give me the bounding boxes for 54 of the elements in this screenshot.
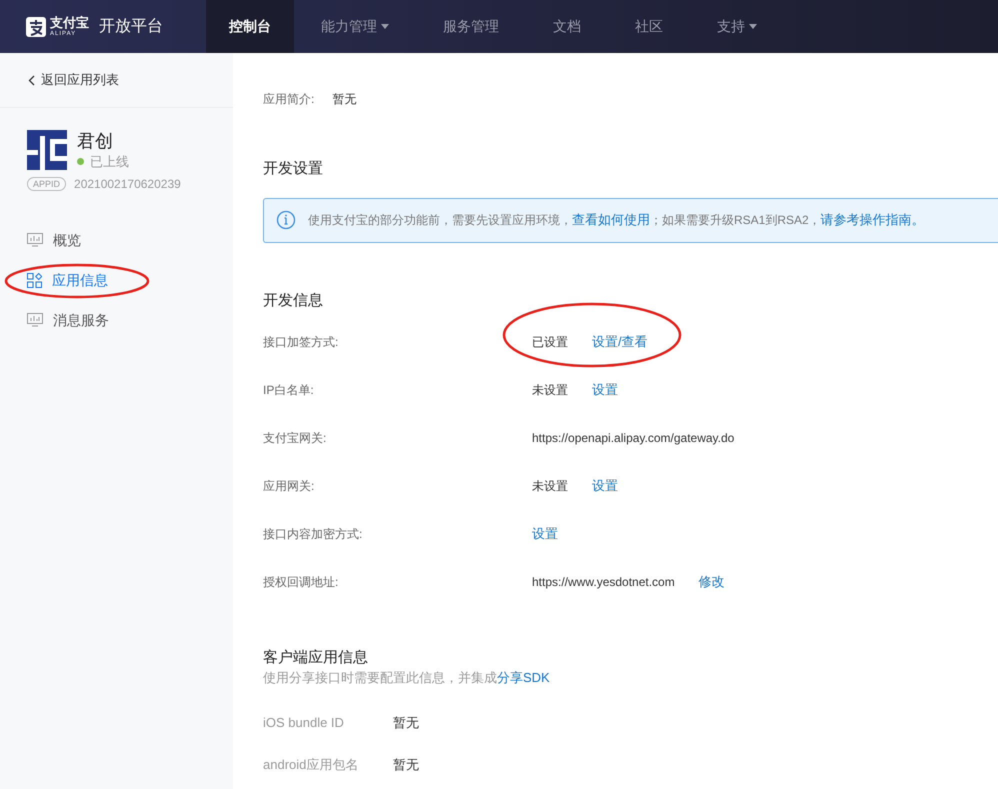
caret-icon (381, 24, 389, 29)
field-label: 授权回调地址: (263, 574, 340, 591)
info-link[interactable]: 查看如何使用 (572, 212, 650, 228)
nav-tab[interactable]: 服务管理 (420, 0, 522, 53)
alipay-icon (26, 16, 46, 36)
field-label: 接口加签方式: (263, 334, 340, 351)
field-label: IP白名单: (263, 382, 315, 399)
field-value: 未设置 (532, 478, 568, 495)
info-message: 使用支付宝的部分功能前，需要先设置应用环境，查看如何使用；如果需要升级RSA1到RSA2，请参考操作指南。 (308, 211, 925, 230)
back-link[interactable]: 返回应用列表 (0, 53, 233, 108)
app-logo (27, 130, 67, 170)
action-link[interactable]: 修改 (698, 572, 725, 592)
sidebar-item[interactable]: 消息服务 (0, 300, 233, 340)
grid-icon (27, 273, 42, 288)
app-name: 君创 (77, 130, 114, 152)
action-link[interactable]: 设置 (532, 524, 558, 544)
section-title: 客户端应用信息 (263, 648, 369, 668)
section-title: 开发设置 (263, 159, 324, 179)
status-text: 已上线 (90, 153, 129, 171)
nav-tab[interactable]: 支持 (694, 0, 780, 53)
platform-title: 开放平台 (99, 16, 163, 36)
field-value: 已设置 (532, 334, 568, 351)
nav-tab[interactable]: 控制台 (206, 0, 294, 53)
nav-tab[interactable]: 文档 (530, 0, 604, 53)
monitor-icon (27, 233, 43, 248)
field-value: 暂无 (393, 714, 419, 732)
chevron-left-icon (28, 74, 35, 86)
field-value: 暂无 (393, 756, 419, 774)
info-link[interactable]: 请参考操作指南。 (820, 212, 925, 228)
section-hint: 使用分享接口时需要配置此信息，并集成分享SDK (263, 669, 551, 687)
action-link[interactable]: 设置/查看 (592, 332, 648, 352)
field-value: 未设置 (532, 382, 568, 399)
nav-tab[interactable]: 社区 (612, 0, 686, 53)
field-label: 应用简介: (263, 91, 314, 108)
field-label: android应用包名 (263, 756, 360, 774)
appid-badge: APPID (27, 176, 66, 190)
action-link[interactable]: 设置 (592, 476, 618, 496)
section-title: 开发信息 (263, 290, 324, 310)
nav-tab[interactable]: 能力管理 (298, 0, 412, 53)
field-label: 应用网关: (263, 478, 316, 495)
sidebar-item[interactable]: 应用信息 (0, 260, 233, 300)
info-icon (276, 210, 296, 230)
sdk-link[interactable]: 分享SDK (497, 670, 550, 685)
app-id: 2021002170620239 (74, 176, 181, 192)
field-label: 支付宝网关: (263, 430, 328, 447)
field-value: https://openapi.alipay.com/gateway.do (532, 430, 734, 447)
monitor-icon (27, 313, 43, 328)
field-value: https://www.yesdotnet.com (532, 574, 675, 591)
action-link[interactable]: 设置 (592, 380, 618, 400)
field-label: iOS bundle ID (263, 714, 345, 732)
caret-icon (749, 24, 757, 29)
field-label: 接口内容加密方式: (263, 526, 364, 543)
sidebar-item[interactable]: 概览 (0, 220, 233, 260)
field-value: 暂无 (332, 91, 356, 108)
